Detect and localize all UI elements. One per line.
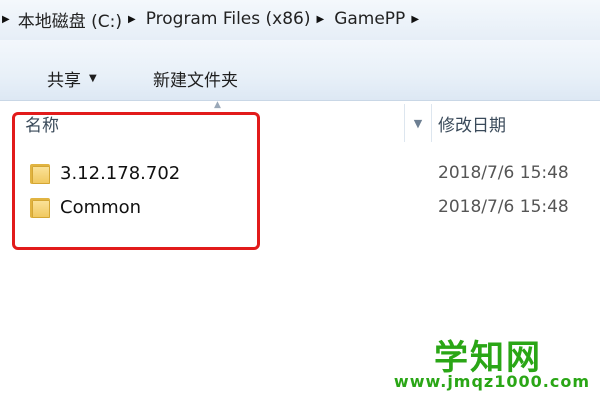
chevron-right-icon[interactable]: ▶: [316, 14, 324, 25]
chevron-right-icon[interactable]: ▶: [128, 14, 136, 25]
breadcrumb-gamepp[interactable]: GamePP: [334, 9, 405, 29]
address-bar[interactable]: ▶ 本地磁盘 (C:) ▶ Program Files (x86) ▶ Game…: [0, 0, 600, 40]
breadcrumb: ▶ 本地磁盘 (C:) ▶ Program Files (x86) ▶ Game…: [0, 4, 600, 34]
chevron-right-icon[interactable]: ▶: [2, 14, 10, 25]
breadcrumb-program-files[interactable]: Program Files (x86): [146, 9, 311, 29]
file-date: 2018/7/6 15:48: [438, 197, 569, 217]
watermark-url: www.jmqz1000.com: [393, 372, 590, 391]
share-label: 共享: [47, 71, 81, 91]
chevron-right-icon[interactable]: ▶: [411, 14, 419, 25]
chevron-down-icon: ▼: [413, 116, 423, 130]
share-button[interactable]: 共享 ▼: [47, 66, 97, 91]
breadcrumb-local-disk[interactable]: 本地磁盘 (C:): [18, 7, 122, 32]
new-folder-button[interactable]: 新建文件夹: [153, 66, 238, 91]
dropdown-arrow-icon: ▼: [89, 73, 97, 84]
column-filter-dropdown[interactable]: ▼: [404, 104, 432, 142]
highlight-box: [12, 112, 260, 250]
file-date: 2018/7/6 15:48: [438, 163, 569, 183]
column-header-date-modified[interactable]: 修改日期: [438, 104, 506, 142]
column-header-date-label: 修改日期: [438, 115, 506, 136]
new-folder-label: 新建文件夹: [153, 71, 238, 91]
command-bar: 共享 ▼ 新建文件夹: [0, 40, 600, 101]
